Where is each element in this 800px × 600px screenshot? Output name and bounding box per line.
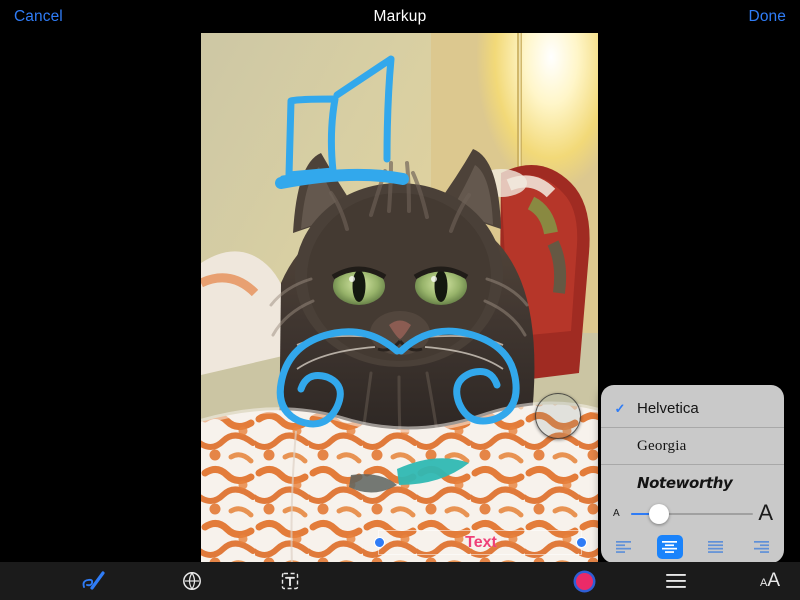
- loupe-icon: [183, 572, 201, 590]
- font-option-label: Noteworthy: [637, 474, 733, 492]
- text-annotation-box[interactable]: Text: [373, 530, 587, 555]
- align-right-icon: [748, 535, 774, 559]
- align-justify-button[interactable]: [693, 531, 739, 563]
- align-center-icon: [656, 535, 683, 559]
- font-option-label: Helvetica: [637, 400, 699, 417]
- text-box-icon: [281, 572, 299, 590]
- text-tool-button[interactable]: [266, 562, 314, 600]
- color-picker-button[interactable]: [560, 562, 608, 600]
- font-size-slider-row: A A: [601, 499, 784, 529]
- menu-button[interactable]: [652, 562, 700, 600]
- align-justify-glyph: [707, 541, 723, 553]
- text-box-handle-left[interactable]: [373, 537, 385, 548]
- text-alignment-group: [601, 531, 784, 563]
- loupe-tool-button[interactable]: [168, 562, 216, 600]
- photo-canvas[interactable]: [201, 33, 598, 562]
- done-button[interactable]: Done: [749, 8, 786, 26]
- align-left-button[interactable]: [601, 531, 647, 563]
- align-justify-icon: [702, 535, 728, 559]
- color-swatch-icon: [575, 572, 593, 590]
- sketch-pen-tool-button[interactable]: [70, 562, 118, 600]
- align-center-glyph: [662, 541, 678, 553]
- align-left-glyph: [616, 541, 632, 553]
- align-right-button[interactable]: [738, 531, 784, 563]
- text-size-button[interactable]: A A: [746, 562, 794, 600]
- text-box-handle-right[interactable]: [575, 537, 587, 548]
- photo-image: [201, 33, 598, 562]
- slider-knob[interactable]: [649, 504, 669, 524]
- font-option-label: Georgia: [637, 438, 687, 454]
- font-size-slider[interactable]: [631, 504, 753, 524]
- text-size-large-a: A: [767, 570, 781, 591]
- font-option-helvetica[interactable]: ✓ Helvetica: [601, 391, 784, 428]
- loupe-overlay[interactable]: [535, 393, 581, 439]
- text-size-small-a: A: [759, 577, 768, 589]
- text-annotation-value[interactable]: Text: [379, 531, 583, 554]
- font-format-popover: ✓ Helvetica Georgia Noteworthy A A: [601, 385, 784, 574]
- sketch-pen-icon: [82, 571, 105, 590]
- align-right-glyph: [753, 541, 769, 553]
- bottom-toolbar: A A: [0, 562, 800, 600]
- font-option-georgia[interactable]: Georgia: [601, 428, 784, 465]
- large-letter-a-icon: A: [758, 500, 773, 525]
- font-option-noteworthy[interactable]: Noteworthy: [601, 465, 784, 501]
- text-size-icon: A A: [760, 570, 780, 592]
- align-center-button[interactable]: [647, 531, 693, 563]
- small-letter-a-icon: A: [613, 508, 620, 519]
- top-navigation-bar: Cancel Markup Done: [0, 0, 800, 33]
- page-title: Markup: [373, 8, 427, 25]
- markup-screen: Cancel Markup Done Text ✓ Helvetica Geor…: [0, 0, 800, 600]
- checkmark-icon: ✓: [614, 401, 626, 416]
- menu-icon: [666, 574, 686, 588]
- align-left-icon: [611, 535, 637, 559]
